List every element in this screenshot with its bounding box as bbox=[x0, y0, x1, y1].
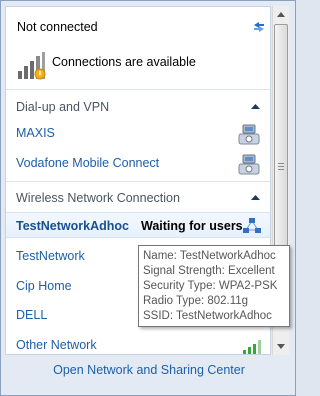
chevron-up-icon[interactable] bbox=[251, 194, 260, 200]
connections-available-text: Connections are available bbox=[52, 55, 196, 69]
dialup-phone-icon bbox=[238, 154, 260, 175]
network-label: TestNetworkAdhoc bbox=[16, 219, 129, 233]
network-label: TestNetwork bbox=[16, 249, 85, 263]
tooltip-radio-type: Radio Type: 802.11g bbox=[143, 295, 249, 307]
chevron-up-icon[interactable] bbox=[251, 103, 260, 109]
divider bbox=[6, 89, 270, 90]
scroll-down-arrow-icon[interactable] bbox=[273, 338, 289, 355]
network-label: Other Network bbox=[16, 338, 97, 352]
network-status: Waiting for users bbox=[141, 219, 243, 233]
adhoc-network-icon bbox=[243, 218, 261, 233]
scroll-grip-icon bbox=[278, 163, 284, 171]
network-flyout: Not connected Connections are available … bbox=[0, 0, 296, 396]
connection-label: Vodafone Mobile Connect bbox=[16, 156, 160, 170]
dialup-phone-icon bbox=[238, 124, 260, 145]
section-title: Wireless Network Connection bbox=[16, 191, 180, 205]
connection-item-vodafone[interactable]: Vodafone Mobile Connect bbox=[6, 150, 270, 176]
connection-item-maxis[interactable]: MAXIS bbox=[6, 120, 270, 146]
open-network-sharing-center-link[interactable]: Open Network and Sharing Center bbox=[1, 363, 297, 377]
scroll-up-arrow-icon[interactable] bbox=[273, 6, 289, 23]
flyout-footer: Open Network and Sharing Center bbox=[1, 357, 297, 396]
network-label: Cip Home bbox=[16, 279, 72, 293]
signal-strength-icon bbox=[243, 340, 261, 354]
tooltip-signal-strength: Signal Strength: Excellent bbox=[143, 265, 275, 277]
connection-status-title: Not connected bbox=[17, 20, 98, 34]
network-item-other[interactable]: Other Network bbox=[6, 332, 270, 354]
signal-bars-warning-icon bbox=[18, 52, 46, 80]
network-details-tooltip: Name: TestNetworkAdhoc Signal Strength: … bbox=[138, 245, 290, 327]
network-item-testnetworkadhoc[interactable]: TestNetworkAdhoc Waiting for users bbox=[6, 212, 270, 238]
connection-label: MAXIS bbox=[16, 126, 55, 140]
section-wireless[interactable]: Wireless Network Connection bbox=[6, 186, 270, 210]
section-dialup-vpn[interactable]: Dial-up and VPN bbox=[6, 95, 270, 119]
tooltip-security-type: Security Type: WPA2-PSK bbox=[143, 280, 278, 292]
tooltip-ssid: SSID: TestNetworkAdhoc bbox=[143, 310, 272, 322]
divider bbox=[6, 181, 270, 182]
network-label: DELL bbox=[16, 308, 48, 322]
refresh-icon[interactable] bbox=[251, 19, 267, 35]
section-title: Dial-up and VPN bbox=[16, 100, 110, 114]
tooltip-name: Name: TestNetworkAdhoc bbox=[143, 250, 276, 262]
